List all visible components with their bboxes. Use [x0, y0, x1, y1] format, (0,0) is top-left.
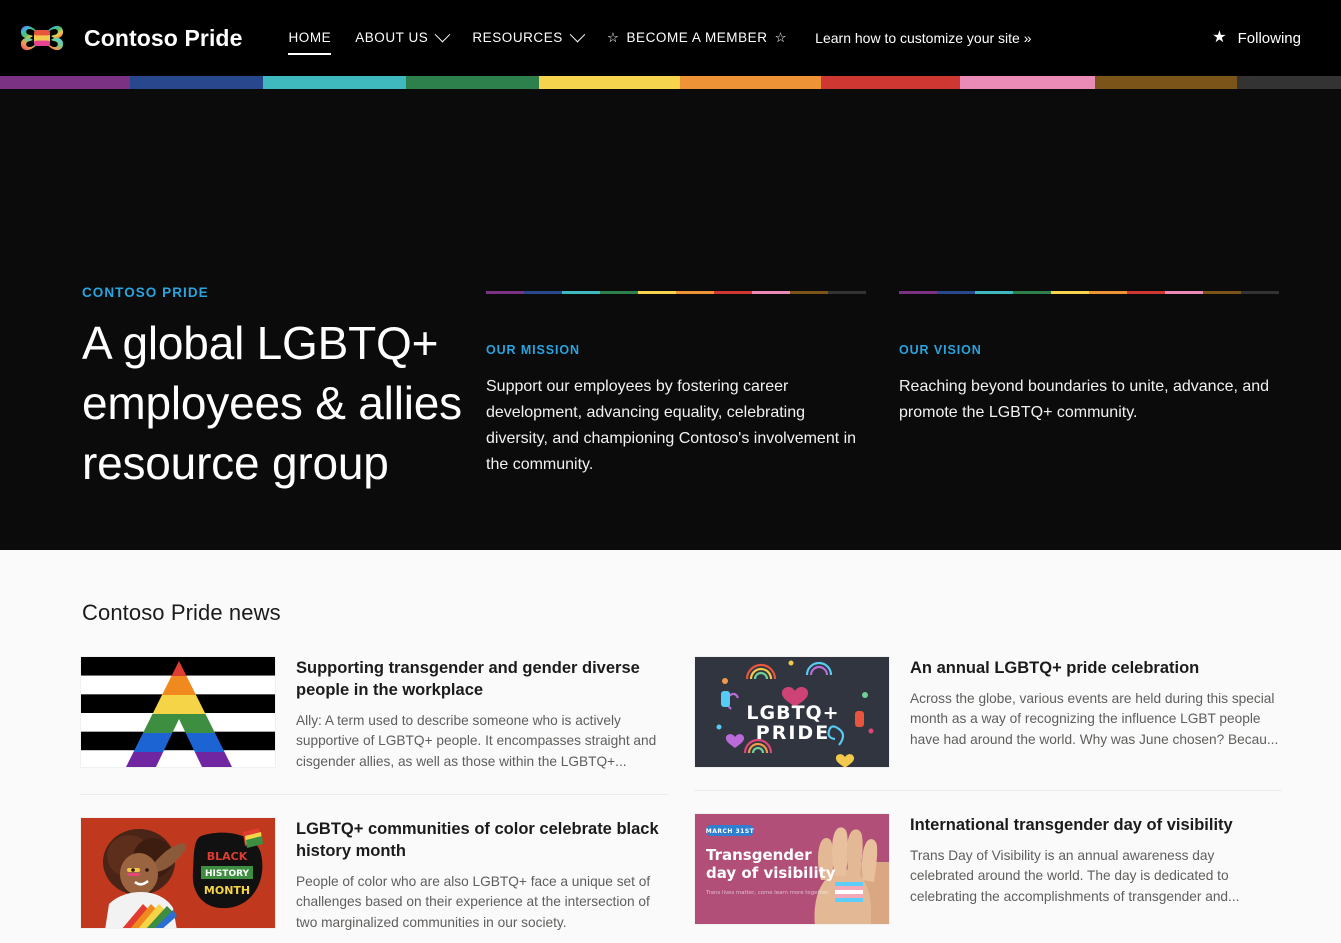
rainbow-stripe-bar — [0, 76, 1341, 89]
nav-item-become-a-member[interactable]: ☆ BECOME A MEMBER ☆ — [595, 22, 799, 55]
straight-ally-flag-thumbnail — [80, 656, 276, 768]
rainbow-stripe-2 — [130, 76, 263, 89]
primary-nav: HOME ABOUT US RESOURCES ☆ BECOME A MEMBE… — [276, 22, 1212, 55]
svg-text:BLACK: BLACK — [207, 850, 248, 863]
rainbow-stripe-3 — [263, 76, 406, 89]
customize-site-link[interactable]: Learn how to customize your site » — [799, 22, 1043, 55]
svg-text:PRIDE: PRIDE — [756, 722, 830, 744]
news-divider — [694, 790, 1282, 791]
nav-item-home-label: HOME — [288, 30, 332, 45]
hero-section: CONTOSO PRIDE A global LGBTQ+ employees … — [0, 89, 1341, 550]
mission-heading: OUR MISSION — [486, 343, 580, 357]
vision-text: Reaching beyond boundaries to unite, adv… — [899, 378, 1270, 421]
brand[interactable]: Contoso Pride — [14, 10, 242, 66]
rainbow-divider-vision — [899, 291, 1279, 294]
rainbow-stripe-7 — [821, 76, 960, 89]
svg-text:HISTORY: HISTORY — [205, 869, 250, 879]
hero-left-column: CONTOSO PRIDE A global LGBTQ+ employees … — [0, 89, 470, 550]
svg-text:day of visibility: day of visibility — [706, 864, 836, 882]
hero-eyebrow: CONTOSO PRIDE — [82, 285, 209, 300]
vision-heading: OUR VISION — [899, 343, 982, 357]
nav-item-become-a-member-label: BECOME A MEMBER — [626, 30, 768, 45]
news-item-body: An annual LGBTQ+ pride celebration Acros… — [910, 656, 1282, 768]
star-outline-icon: ☆ — [774, 29, 788, 45]
news-item-title[interactable]: International transgender day of visibil… — [910, 815, 1282, 837]
lgbtq-pride-poster-thumbnail: LGBTQ+ PRIDE — [694, 656, 890, 768]
news-grid: Supporting transgender and gender divers… — [80, 656, 1341, 943]
rainbow-stripe-8 — [960, 76, 1095, 89]
news-item-description: Ally: A term used to describe someone wh… — [296, 712, 657, 769]
hero-vision-column: OUR VISION Reaching beyond boundaries to… — [899, 89, 1279, 550]
svg-text:MARCH 31ST: MARCH 31ST — [706, 828, 755, 835]
nav-item-resources-label: RESOURCES — [472, 30, 563, 45]
rainbow-butterfly-logo-icon — [14, 10, 70, 66]
transgender-day-of-visibility-thumbnail: MARCH 31ST Transgender day of visibility… — [694, 813, 890, 925]
svg-text:Transgender: Transgender — [706, 846, 812, 864]
nav-item-resources[interactable]: RESOURCES — [460, 22, 594, 54]
rainbow-divider-mission — [486, 291, 866, 294]
news-item-tdov[interactable]: MARCH 31ST Transgender day of visibility… — [694, 813, 1282, 943]
mission-text: Support our employees by fostering caree… — [486, 378, 857, 473]
rainbow-stripe-5 — [539, 76, 680, 89]
hero-title: A global LGBTQ+ employees & allies resou… — [82, 317, 462, 489]
news-column-left: Supporting transgender and gender divers… — [80, 656, 668, 943]
top-navigation-bar: Contoso Pride HOME ABOUT US RESOURCES ☆ … — [0, 0, 1341, 76]
news-item-title[interactable]: Supporting transgender and gender divers… — [296, 658, 668, 702]
news-section: Contoso Pride news Supporting transgende… — [0, 550, 1341, 943]
chevron-down-icon — [435, 26, 451, 43]
hero-mission-column: OUR MISSION Support our employees by fos… — [486, 89, 866, 550]
news-item-body: LGBTQ+ communities of color celebrate bl… — [296, 817, 668, 933]
news-item-description: People of color who are also LGBTQ+ face… — [296, 873, 651, 930]
news-item-ally[interactable]: Supporting transgender and gender divers… — [80, 656, 668, 794]
news-item-title[interactable]: LGBTQ+ communities of color celebrate bl… — [296, 819, 668, 863]
following-button[interactable]: ★ Following — [1212, 30, 1323, 47]
star-outline-icon: ☆ — [606, 29, 620, 45]
rainbow-stripe-10 — [1237, 76, 1341, 89]
news-column-right: LGBTQ+ PRIDE An annual LGBTQ+ pride cele… — [694, 656, 1282, 943]
rainbow-stripe-1 — [0, 76, 130, 89]
rainbow-stripe-6 — [680, 76, 821, 89]
chevron-down-icon — [569, 26, 586, 43]
news-item-description: Across the globe, various events are hel… — [910, 690, 1279, 747]
nav-item-home[interactable]: HOME — [276, 22, 343, 55]
brand-title: Contoso Pride — [84, 24, 243, 51]
news-item-body: Supporting transgender and gender divers… — [296, 656, 668, 772]
news-item-body: International transgender day of visibil… — [910, 813, 1282, 925]
news-item-pride-celebration[interactable]: LGBTQ+ PRIDE An annual LGBTQ+ pride cele… — [694, 656, 1282, 790]
star-filled-icon: ★ — [1212, 29, 1227, 46]
black-history-month-thumbnail: BLACK HISTORY MONTH — [80, 817, 276, 930]
news-divider — [80, 794, 668, 796]
rainbow-stripe-4 — [406, 76, 539, 89]
rainbow-stripe-9 — [1095, 76, 1237, 89]
following-label: Following — [1237, 29, 1301, 47]
svg-text:LGBTQ+: LGBTQ+ — [746, 702, 839, 724]
news-item-description: Trans Day of Visibility is an annual awa… — [910, 847, 1240, 904]
news-section-title: Contoso Pride news — [82, 600, 281, 625]
svg-text:Trans lives matter, come learn: Trans lives matter, come learn more toge… — [705, 890, 829, 896]
news-item-title[interactable]: An annual LGBTQ+ pride celebration — [910, 658, 1282, 680]
svg-text:MONTH: MONTH — [204, 884, 250, 897]
news-item-black-history[interactable]: BLACK HISTORY MONTH LGBTQ+ communities o… — [80, 817, 668, 943]
nav-item-about-us[interactable]: ABOUT US — [343, 22, 460, 54]
nav-item-about-us-label: ABOUT US — [355, 30, 429, 45]
